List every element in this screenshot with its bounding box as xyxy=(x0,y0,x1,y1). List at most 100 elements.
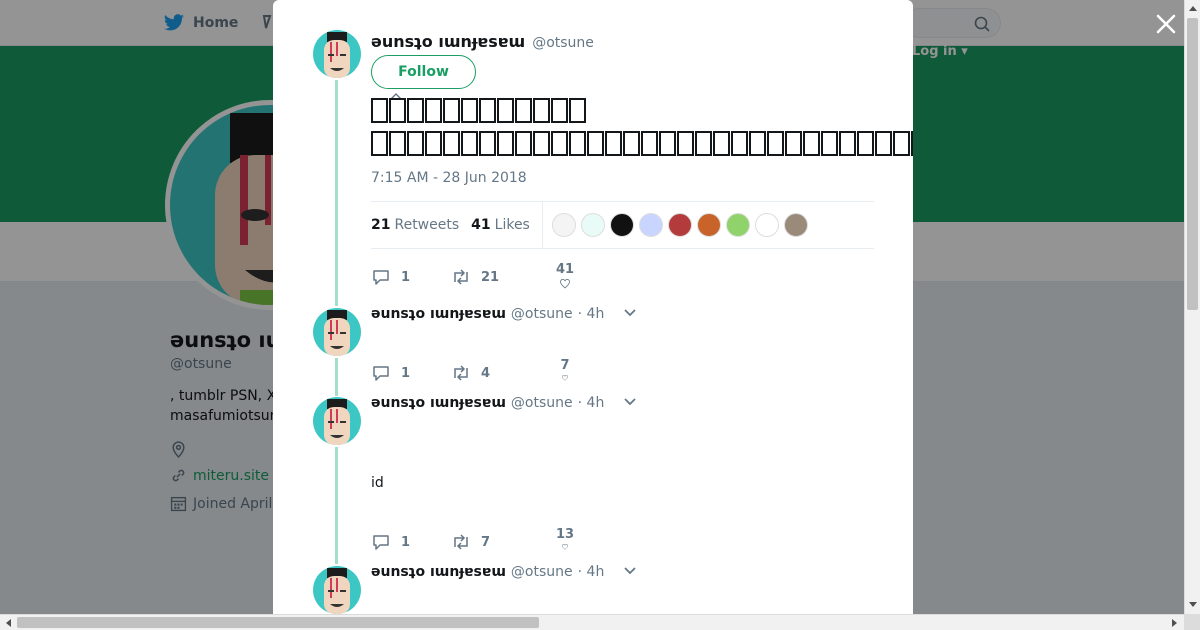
follow-button[interactable]: Follow xyxy=(371,55,476,89)
liker-avatars xyxy=(551,213,808,237)
scroll-right-icon[interactable] xyxy=(1171,618,1179,628)
missing-glyph xyxy=(677,131,694,156)
reply-icon xyxy=(373,366,389,381)
missing-glyph xyxy=(389,98,406,123)
reply-header[interactable]: ǝunsʇo ıɯnɟɐsɐɯ @otsune · 4h xyxy=(371,306,637,322)
author-name: ǝunsʇo ıɯnɟɐsɐɯ xyxy=(371,395,506,411)
missing-glyph xyxy=(371,131,388,156)
horizontal-scroll-thumb[interactable] xyxy=(17,617,539,628)
missing-glyph xyxy=(407,131,424,156)
liker-avatar[interactable] xyxy=(725,213,750,237)
vertical-scrollbar[interactable] xyxy=(1184,0,1200,614)
reply-header[interactable]: ǝunsʇo ıɯnɟɐsɐɯ @otsune · 4h xyxy=(371,395,637,411)
close-icon[interactable] xyxy=(1154,12,1178,36)
author-handle: @otsune xyxy=(510,395,573,411)
missing-glyph xyxy=(623,131,640,156)
missing-glyph xyxy=(551,98,568,123)
liker-avatar[interactable] xyxy=(609,213,634,237)
scroll-down-icon[interactable] xyxy=(1188,601,1198,609)
like-button[interactable]: 7 xyxy=(555,358,575,388)
scroll-left-icon[interactable] xyxy=(4,618,12,628)
missing-glyph xyxy=(497,98,514,123)
reply-button[interactable]: 1 xyxy=(371,364,451,382)
liker-avatar[interactable] xyxy=(783,213,808,237)
tweet-text xyxy=(371,94,913,160)
missing-glyph xyxy=(443,98,460,123)
missing-glyph xyxy=(479,98,496,123)
missing-glyph xyxy=(839,131,856,156)
missing-glyph xyxy=(371,98,388,123)
author-handle: @otsune xyxy=(510,564,573,580)
missing-glyph xyxy=(857,131,874,156)
retweet-icon xyxy=(454,534,468,550)
horizontal-scrollbar[interactable] xyxy=(0,614,1184,630)
likes-stat[interactable]: 41 Likes xyxy=(471,217,530,233)
chevron-down-icon[interactable] xyxy=(623,308,637,318)
avatar[interactable] xyxy=(313,30,361,78)
missing-glyph xyxy=(659,131,676,156)
heart-icon xyxy=(562,544,568,550)
missing-glyph xyxy=(515,131,532,156)
liker-avatar[interactable] xyxy=(551,213,576,237)
like-button[interactable]: 41 xyxy=(555,262,575,292)
missing-glyph xyxy=(497,131,514,156)
retweet-button[interactable]: 4 xyxy=(451,364,555,382)
missing-glyph xyxy=(425,98,442,123)
retweet-button[interactable]: 7 xyxy=(451,533,555,551)
missing-glyph xyxy=(569,98,586,123)
retweets-stat[interactable]: 21 Retweets xyxy=(371,217,459,233)
reply-time[interactable]: · 4h xyxy=(578,306,605,322)
missing-glyph xyxy=(875,131,892,156)
author-name: ǝunsʇo ıɯnɟɐsɐɯ xyxy=(371,306,506,322)
reply-time[interactable]: · 4h xyxy=(578,395,605,411)
retweet-button[interactable]: 21 xyxy=(451,268,555,286)
missing-glyph xyxy=(461,131,478,156)
missing-glyph xyxy=(569,131,586,156)
heart-icon xyxy=(562,375,568,381)
like-button[interactable]: 13 xyxy=(555,527,575,557)
missing-glyph xyxy=(605,131,622,156)
reply-header[interactable]: ǝunsʇo ıɯnɟɐsɐɯ @otsune · 4h xyxy=(371,564,637,580)
reply-actions: 1 4 7 xyxy=(371,358,575,388)
liker-avatar[interactable] xyxy=(667,213,692,237)
avatar[interactable] xyxy=(313,566,361,614)
scrollbar-corner xyxy=(1184,614,1200,630)
thread-line xyxy=(335,80,338,306)
missing-glyph xyxy=(731,131,748,156)
liker-avatar[interactable] xyxy=(754,213,779,237)
missing-glyph xyxy=(407,98,424,123)
liker-avatar[interactable] xyxy=(696,213,721,237)
missing-glyph xyxy=(821,131,838,156)
missing-glyph xyxy=(389,131,406,156)
liker-avatar[interactable] xyxy=(580,213,605,237)
missing-glyph xyxy=(695,131,712,156)
missing-glyph xyxy=(803,131,820,156)
thread-line xyxy=(335,358,338,396)
reply-time[interactable]: · 4h xyxy=(578,564,605,580)
chevron-down-icon[interactable] xyxy=(623,566,637,576)
missing-glyph xyxy=(551,131,568,156)
reply-button[interactable]: 1 xyxy=(371,268,451,286)
retweet-icon xyxy=(454,269,468,285)
missing-glyph xyxy=(533,131,550,156)
stats-divider xyxy=(541,202,543,248)
vertical-scroll-thumb[interactable] xyxy=(1187,18,1198,310)
missing-glyph xyxy=(587,131,604,156)
avatar[interactable] xyxy=(313,397,361,445)
missing-glyph xyxy=(713,131,730,156)
reply-button[interactable]: 1 xyxy=(371,533,451,551)
author-name: ǝunsʇo ıɯnɟɐsɐɯ xyxy=(371,32,526,51)
missing-glyph xyxy=(749,131,766,156)
chevron-down-icon[interactable] xyxy=(623,397,637,407)
missing-glyph xyxy=(479,131,496,156)
tweet-author[interactable]: ǝunsʇo ıɯnɟɐsɐɯ @otsune xyxy=(371,32,594,51)
tweet-timestamp[interactable]: 7:15 AM - 28 Jun 2018 xyxy=(371,170,527,186)
missing-glyph xyxy=(461,98,478,123)
missing-glyph xyxy=(785,131,802,156)
missing-glyph xyxy=(425,131,442,156)
avatar[interactable] xyxy=(313,308,361,356)
scroll-up-icon[interactable] xyxy=(1188,4,1198,12)
retweet-icon xyxy=(454,365,468,381)
tweet-text-line-2 xyxy=(371,127,913,160)
liker-avatar[interactable] xyxy=(638,213,663,237)
